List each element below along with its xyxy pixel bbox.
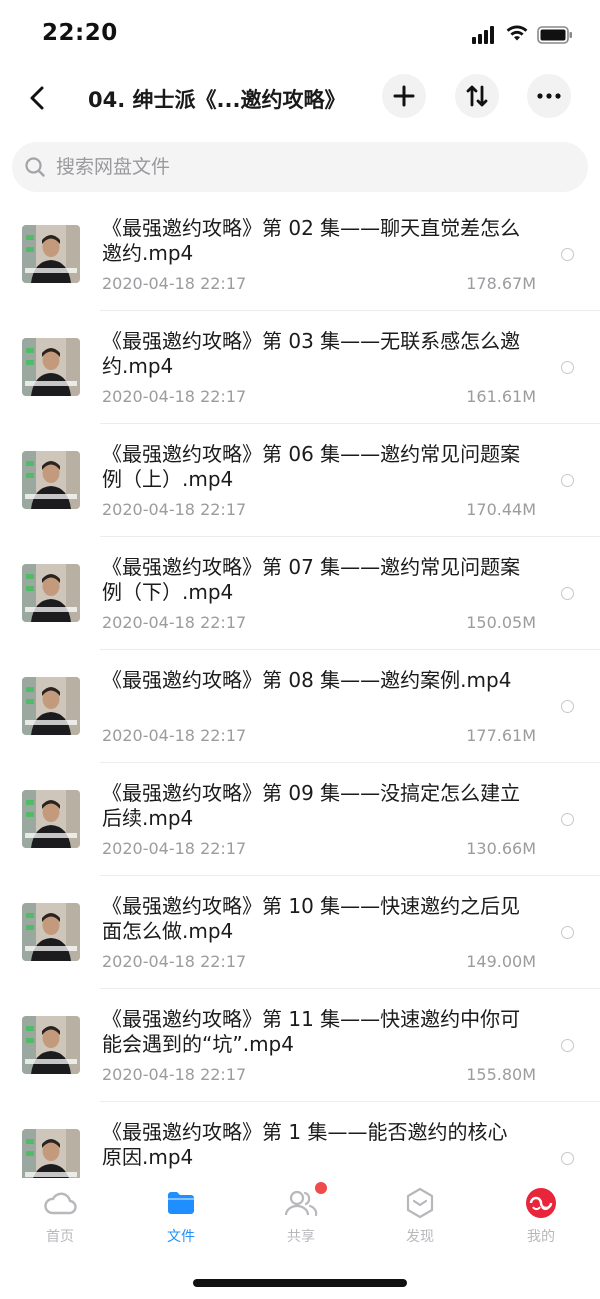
status-bar: 22:20 <box>0 0 600 72</box>
plus-icon <box>393 85 415 107</box>
cloud-icon <box>44 1192 77 1215</box>
tab-label: 首页 <box>46 1229 74 1245</box>
file-date: 2020-04-18 22:17 <box>102 952 247 971</box>
video-thumbnail <box>22 677 80 735</box>
file-name: 《最强邀约攻略》第 11 集——快速邀约中你可能会遇到的“坑”.mp4 <box>102 1007 521 1056</box>
tab-home[interactable]: 首页 <box>20 1186 100 1248</box>
video-thumbnail <box>22 1129 80 1178</box>
file-row[interactable]: 《最强邀约攻略》第 1 集——能否邀约的核心原因.mp4 <box>0 1102 600 1178</box>
video-thumbnail <box>22 903 80 961</box>
file-size: 177.61M <box>466 726 536 745</box>
file-date: 2020-04-18 22:17 <box>102 500 247 519</box>
tab-discover[interactable]: 发现 <box>380 1186 460 1248</box>
tab-label: 共享 <box>287 1229 315 1245</box>
select-radio[interactable] <box>561 926 574 939</box>
select-radio[interactable] <box>561 1039 574 1052</box>
file-date: 2020-04-18 22:17 <box>102 1065 247 1084</box>
tab-profile[interactable]: 我的 <box>501 1186 581 1248</box>
nav-bar: 04. 绅士派《...邀约攻略》 <box>0 72 600 122</box>
file-name: 《最强邀约攻略》第 06 集——邀约常见问题案例（上）.mp4 <box>102 442 521 491</box>
file-row[interactable]: 《最强邀约攻略》第 08 集——邀约案例.mp4 2020-04-18 22:17… <box>0 650 600 763</box>
video-thumbnail <box>22 225 80 283</box>
chevron-left-icon <box>30 86 44 110</box>
file-name: 《最强邀约攻略》第 08 集——邀约案例.mp4 <box>102 668 512 692</box>
file-row[interactable]: 《最强邀约攻略》第 11 集——快速邀约中你可能会遇到的“坑”.mp4 2020-… <box>0 989 600 1102</box>
file-name: 《最强邀约攻略》第 03 集——无联系感怎么邀约.mp4 <box>102 329 521 378</box>
search-icon <box>25 157 45 177</box>
select-radio[interactable] <box>561 813 574 826</box>
file-name: 《最强邀约攻略》第 1 集——能否邀约的核心原因.mp4 <box>102 1120 508 1169</box>
file-size: 178.67M <box>466 274 536 293</box>
battery-icon <box>537 26 572 44</box>
home-indicator <box>193 1279 407 1287</box>
file-size: 161.61M <box>466 387 536 406</box>
more-dots-icon <box>537 93 561 99</box>
file-size: 155.80M <box>466 1065 536 1084</box>
file-size: 150.05M <box>466 613 536 632</box>
search-input[interactable] <box>56 156 556 178</box>
back-button[interactable] <box>20 78 54 118</box>
video-thumbnail <box>22 338 80 396</box>
add-button[interactable] <box>382 74 426 118</box>
file-size: 170.44M <box>466 500 536 519</box>
tab-share[interactable]: 共享 <box>261 1182 341 1248</box>
select-radio[interactable] <box>561 587 574 600</box>
file-date: 2020-04-18 22:17 <box>102 274 247 293</box>
file-row[interactable]: 《最强邀约攻略》第 02 集——聊天直觉差怎么邀约.mp4 2020-04-18 … <box>0 198 600 311</box>
file-date: 2020-04-18 22:17 <box>102 387 247 406</box>
profile-icon <box>526 1188 556 1218</box>
video-thumbnail <box>22 790 80 848</box>
file-name: 《最强邀约攻略》第 10 集——快速邀约之后见面怎么做.mp4 <box>102 894 521 943</box>
status-time: 22:20 <box>42 20 118 46</box>
file-name: 《最强邀约攻略》第 02 集——聊天直觉差怎么邀约.mp4 <box>102 216 521 265</box>
more-button[interactable] <box>527 74 571 118</box>
cellular-signal-icon <box>472 26 494 44</box>
search-bar[interactable] <box>12 142 588 192</box>
file-row[interactable]: 《最强邀约攻略》第 07 集——邀约常见问题案例（下）.mp4 2020-04-1… <box>0 537 600 650</box>
sort-icon <box>466 85 488 107</box>
file-date: 2020-04-18 22:17 <box>102 613 247 632</box>
file-row[interactable]: 《最强邀约攻略》第 10 集——快速邀约之后见面怎么做.mp4 2020-04-1… <box>0 876 600 989</box>
file-row[interactable]: 《最强邀约攻略》第 06 集——邀约常见问题案例（上）.mp4 2020-04-1… <box>0 424 600 537</box>
tab-label: 文件 <box>167 1229 195 1245</box>
select-radio[interactable] <box>561 1152 574 1165</box>
file-row[interactable]: 《最强邀约攻略》第 09 集——没搞定怎么建立后续.mp4 2020-04-18 … <box>0 763 600 876</box>
select-radio[interactable] <box>561 700 574 713</box>
video-thumbnail <box>22 1016 80 1074</box>
file-name: 《最强邀约攻略》第 09 集——没搞定怎么建立后续.mp4 <box>102 781 521 830</box>
tab-label: 发现 <box>406 1229 434 1245</box>
file-row[interactable]: 《最强邀约攻略》第 03 集——无联系感怎么邀约.mp4 2020-04-18 2… <box>0 311 600 424</box>
wifi-icon <box>506 25 528 41</box>
people-icon <box>284 1190 318 1217</box>
file-name: 《最强邀约攻略》第 07 集——邀约常见问题案例（下）.mp4 <box>102 555 521 604</box>
select-radio[interactable] <box>561 248 574 261</box>
file-list: 《最强邀约攻略》第 02 集——聊天直觉差怎么邀约.mp4 2020-04-18 … <box>0 198 600 1178</box>
video-thumbnail <box>22 451 80 509</box>
select-radio[interactable] <box>561 361 574 374</box>
file-date: 2020-04-18 22:17 <box>102 839 247 858</box>
page-title: 04. 绅士派《...邀约攻略》 <box>88 88 346 112</box>
folder-icon <box>168 1192 194 1214</box>
file-size: 130.66M <box>466 839 536 858</box>
file-size: 149.00M <box>466 952 536 971</box>
file-date: 2020-04-18 22:17 <box>102 726 247 745</box>
discover-icon <box>406 1187 434 1219</box>
sort-button[interactable] <box>455 74 499 118</box>
tab-label: 我的 <box>527 1229 555 1245</box>
select-radio[interactable] <box>561 474 574 487</box>
notification-badge <box>315 1182 327 1194</box>
tab-files[interactable]: 文件 <box>141 1186 221 1248</box>
video-thumbnail <box>22 564 80 622</box>
